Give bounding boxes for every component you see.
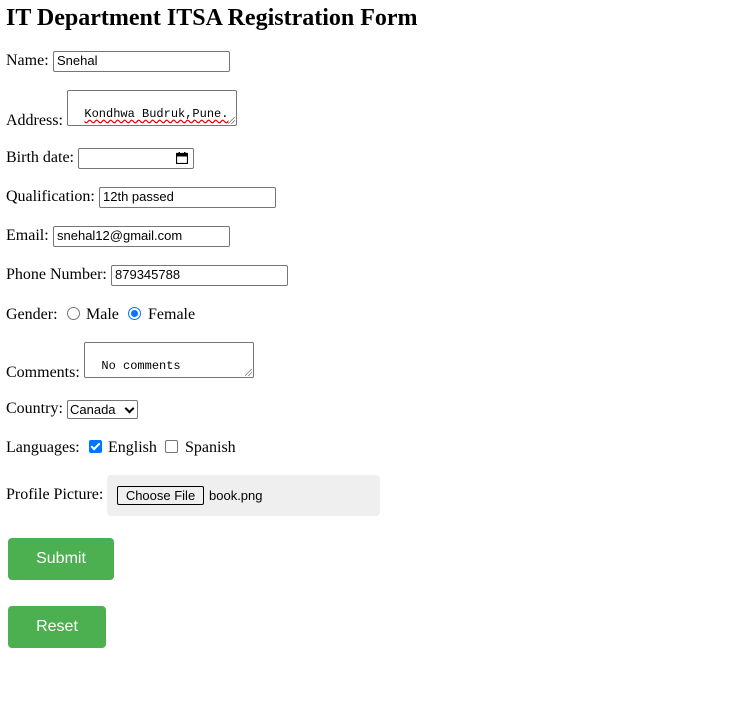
page-title: IT Department ITSA Registration Form (6, 5, 418, 31)
birth-date-row: Birth date: (6, 149, 74, 167)
country-row: Country: (6, 400, 63, 418)
languages-label: Languages: (6, 439, 80, 456)
chevron-down-icon (124, 403, 135, 414)
birth-date-value: 17-04-2024 (96, 166, 168, 168)
address-textarea[interactable]: Kondhwa Budruk,Pune. (67, 90, 237, 126)
address-row: Address: (6, 112, 63, 130)
languages-row: Languages: (6, 439, 80, 457)
gender-label: Gender: (6, 306, 58, 323)
resize-handle-icon[interactable] (245, 369, 252, 376)
comments-label: Comments: (6, 364, 80, 381)
submit-button[interactable]: Submit (8, 538, 114, 580)
qualification-input[interactable]: 12th passed (99, 187, 276, 208)
email-label: Email: (6, 227, 49, 244)
country-label: Country: (6, 400, 63, 417)
country-select[interactable]: Canada (67, 400, 138, 419)
email-row: Email: (6, 227, 49, 245)
address-value: Kondhwa Budruk,Pune. (84, 107, 229, 121)
phone-label: Phone Number: (6, 266, 107, 283)
language-english-label: English (108, 439, 157, 456)
language-spanish-checkbox[interactable] (165, 440, 178, 453)
phone-row: Phone Number: (6, 266, 107, 284)
comments-value: No comments (101, 359, 181, 373)
gender-female-radio[interactable] (128, 307, 141, 320)
country-selected: Canada (70, 402, 116, 417)
gender-male-label: Male (86, 306, 119, 323)
language-english-checkbox[interactable] (89, 440, 102, 453)
calendar-icon[interactable] (176, 152, 188, 164)
qualification-label: Qualification: (6, 188, 95, 205)
comments-row: Comments: (6, 364, 80, 382)
birth-date-label: Birth date: (6, 149, 74, 166)
birth-date-input[interactable]: 17-04-2024 (78, 148, 194, 169)
name-label: Name: (6, 52, 49, 69)
reset-button[interactable]: Reset (8, 606, 106, 648)
choose-file-button[interactable]: Choose File (117, 486, 204, 505)
file-name: book.png (209, 488, 263, 503)
profile-picture-input[interactable]: Choose File book.png (107, 475, 380, 516)
email-input[interactable]: snehal12@gmail.com (53, 226, 230, 247)
phone-input[interactable]: 879345788 (111, 265, 288, 286)
profile-picture-row: Profile Picture: (6, 486, 103, 504)
qualification-row: Qualification: (6, 188, 95, 206)
resize-handle-icon[interactable] (228, 117, 235, 124)
gender-row: Gender: (6, 306, 58, 324)
comments-textarea[interactable]: No comments (84, 342, 254, 378)
gender-male-radio[interactable] (67, 307, 80, 320)
address-label: Address: (6, 112, 63, 129)
name-row: Name: (6, 52, 49, 70)
gender-female-label: Female (148, 306, 196, 323)
language-spanish-label: Spanish (185, 439, 236, 456)
name-input[interactable]: Snehal (53, 51, 230, 72)
profile-picture-label: Profile Picture: (6, 486, 104, 503)
